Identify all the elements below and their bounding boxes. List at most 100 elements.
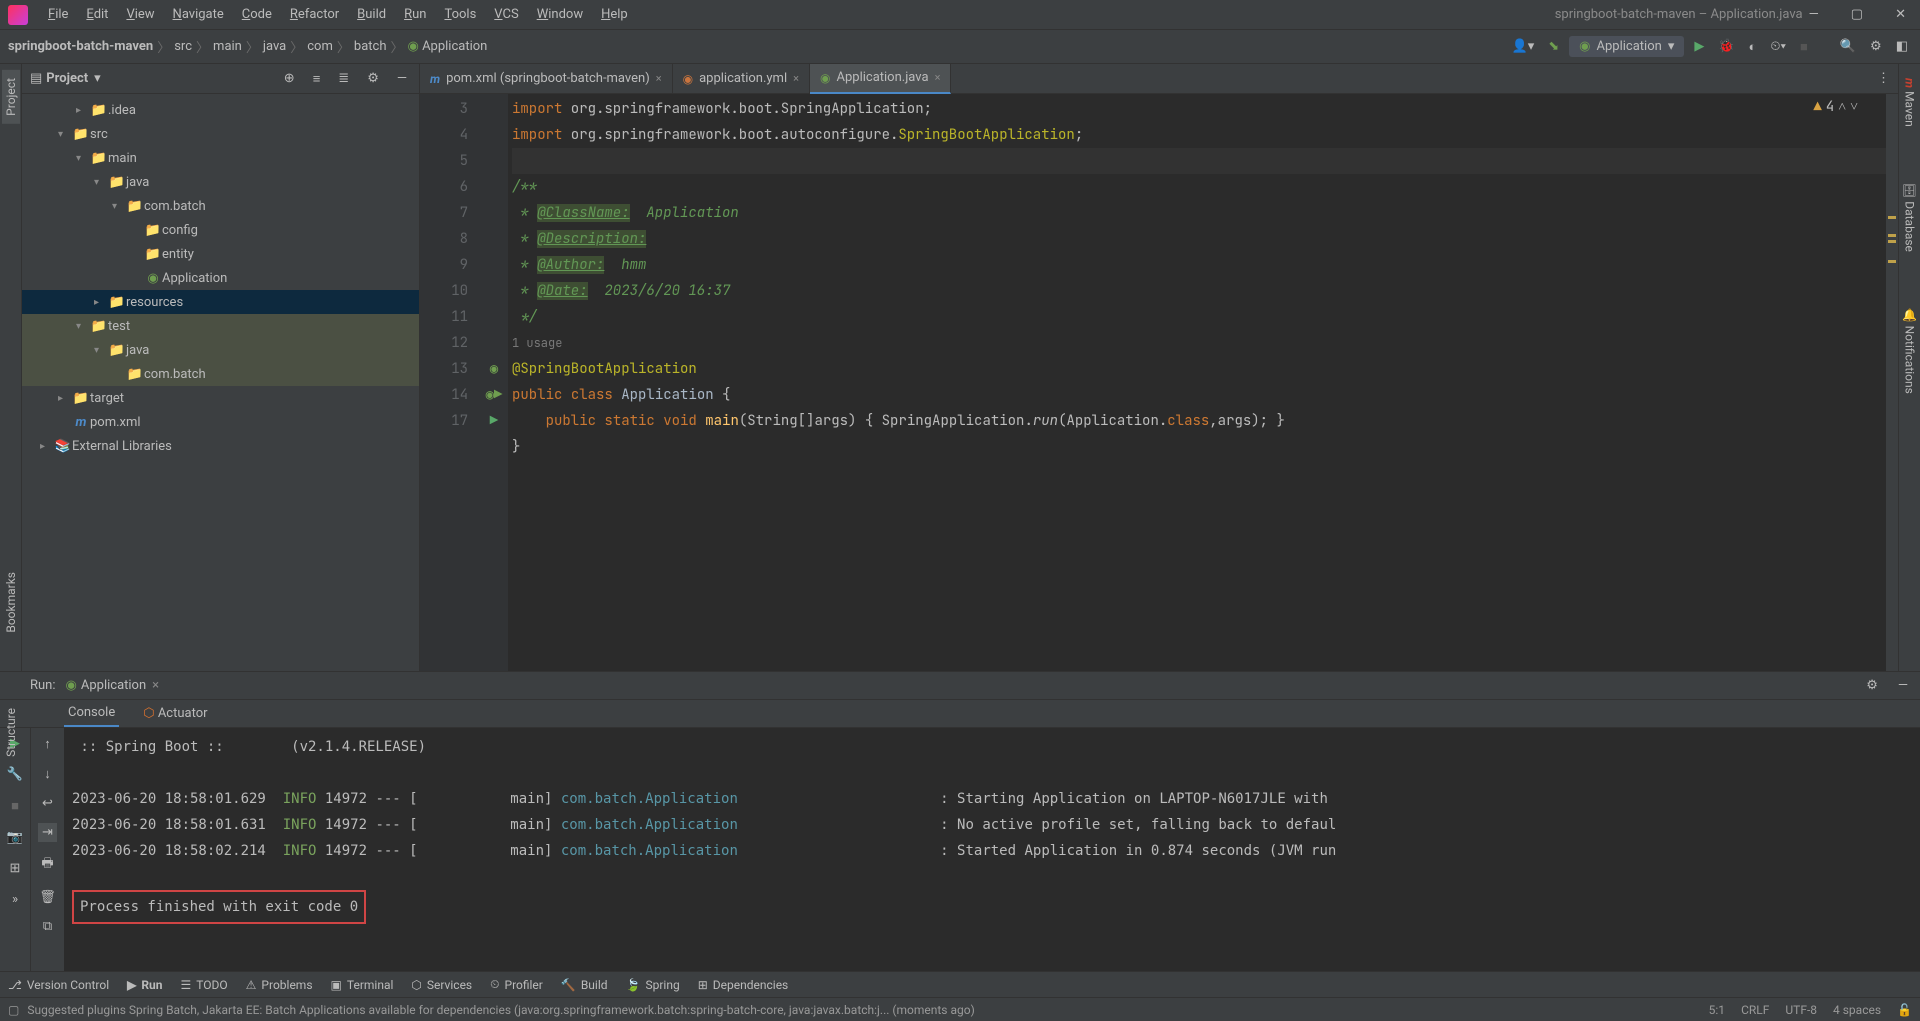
chevron-down-icon[interactable]: ▾	[94, 71, 101, 86]
menu-window[interactable]: Window	[529, 3, 591, 26]
run-config-select[interactable]: ◉ Application ▾	[1569, 36, 1684, 57]
side-tab-maven[interactable]: m Maven	[1901, 70, 1919, 135]
layout-icon[interactable]: ⊞	[6, 859, 25, 878]
tree-item[interactable]: ▾📁java	[22, 170, 419, 194]
camera-icon[interactable]: 📷	[3, 828, 27, 847]
breadcrumb-item[interactable]: java	[263, 39, 286, 54]
print-icon[interactable]: 🖶	[37, 852, 57, 878]
tree-item[interactable]: ▸📁.idea	[22, 98, 419, 122]
editor-tab-menu[interactable]: ⋮	[1877, 71, 1898, 86]
project-tree[interactable]: ▸📁.idea▾📁src▾📁main▾📁java▾📁com.batch📁conf…	[22, 94, 419, 671]
side-tab-project[interactable]: Project	[2, 70, 20, 124]
bottom-tab-version-control[interactable]: ⎇Version Control	[8, 978, 109, 992]
hide-icon[interactable]: —	[1894, 676, 1912, 695]
side-tab-database[interactable]: 🗄 Database	[1901, 175, 1919, 260]
bottom-tab-services[interactable]: ⬡Services	[411, 978, 472, 992]
run-button[interactable]: ▶	[1690, 37, 1708, 56]
tree-item[interactable]: 📁config	[22, 218, 419, 242]
code-content[interactable]: import org.springframework.boot.SpringAp…	[508, 94, 1898, 671]
maximize-button[interactable]: ▢	[1845, 3, 1869, 26]
readonly-icon[interactable]: 🔓	[1897, 1003, 1912, 1017]
tree-item[interactable]: ▸📚External Libraries	[22, 434, 419, 458]
tool-window-icon[interactable]: ▢	[8, 1003, 19, 1017]
settings-icon[interactable]: ⚙	[363, 69, 383, 89]
debug-button[interactable]: 🐞	[1714, 37, 1738, 56]
bottom-tab-dependencies[interactable]: ⊞Dependencies	[698, 978, 789, 992]
encoding[interactable]: UTF-8	[1785, 1003, 1817, 1017]
breadcrumb-item[interactable]: main	[213, 39, 242, 54]
tree-item[interactable]: ▾📁com.batch	[22, 194, 419, 218]
locate-icon[interactable]: ⊕	[280, 69, 299, 89]
chevron-down-icon[interactable]: ˅	[1850, 98, 1858, 116]
close-icon[interactable]: ×	[656, 72, 662, 85]
minimize-button[interactable]: —	[1803, 3, 1825, 26]
breadcrumb-item[interactable]: springboot-batch-maven	[8, 39, 153, 54]
bottom-tab-profiler[interactable]: ⏲Profiler	[490, 977, 543, 992]
wrench-icon[interactable]: 🔧	[3, 765, 27, 784]
gradient-icon[interactable]: ◧	[1892, 37, 1912, 56]
side-tab-structure[interactable]: Structure	[2, 700, 20, 765]
close-icon[interactable]: ×	[935, 71, 941, 84]
bottom-tab-spring[interactable]: 🍃Spring	[626, 978, 680, 992]
editor-tab[interactable]: ◉application.yml×	[673, 64, 810, 94]
close-tab-icon[interactable]: ×	[152, 678, 159, 693]
close-icon[interactable]: ×	[793, 72, 799, 85]
up-icon[interactable]: ↑	[40, 734, 55, 754]
build-hammer-icon[interactable]: ⬊	[1544, 37, 1563, 56]
bottom-tab-terminal[interactable]: ▣Terminal	[331, 978, 394, 992]
profile-button[interactable]: ⏲▾	[1766, 37, 1790, 56]
tree-item[interactable]: ▾📁test	[22, 314, 419, 338]
bottom-tab-problems[interactable]: ⚠Problems	[246, 978, 313, 992]
breadcrumb-item[interactable]: src	[174, 39, 192, 54]
breadcrumb-item[interactable]: ◉ Application	[408, 39, 488, 54]
console-tab[interactable]: Console	[64, 700, 119, 727]
error-stripe[interactable]	[1886, 94, 1898, 671]
side-tab-bookmarks[interactable]: Bookmarks	[2, 564, 20, 641]
trash-icon[interactable]: 🗑	[35, 888, 60, 907]
tree-item[interactable]: ▾📁java	[22, 338, 419, 362]
settings-icon[interactable]: ⚙	[1866, 37, 1886, 56]
bottom-tab-run[interactable]: ▶Run	[127, 978, 162, 992]
caret-position[interactable]: 5:1	[1709, 1003, 1725, 1017]
menu-code[interactable]: Code	[234, 3, 280, 26]
tree-item[interactable]: ▸📁target	[22, 386, 419, 410]
breadcrumb-item[interactable]: com	[307, 39, 333, 54]
tree-item[interactable]: ▾📁main	[22, 146, 419, 170]
bottom-tab-build[interactable]: 🔨Build	[561, 978, 608, 992]
bottom-tab-todo[interactable]: ☰TODO	[181, 978, 228, 992]
gutter-icons[interactable]: ◉◉▶▶	[480, 94, 508, 671]
coverage-button[interactable]: ◐	[1745, 37, 1761, 57]
search-icon[interactable]: 🔍	[1836, 37, 1860, 56]
menu-run[interactable]: Run	[396, 3, 434, 26]
user-icon[interactable]: 👤▾	[1508, 37, 1539, 56]
collapse-icon[interactable]: ≣	[334, 69, 353, 89]
menu-refactor[interactable]: Refactor	[282, 3, 347, 26]
editor-tab[interactable]: ◉Application.java×	[810, 64, 951, 94]
console-output[interactable]: :: Spring Boot :: (v2.1.4.RELEASE) 2023-…	[64, 728, 1920, 971]
more-icon[interactable]: »	[8, 890, 22, 909]
chevron-up-icon[interactable]: ˄	[1838, 98, 1846, 116]
menu-edit[interactable]: Edit	[78, 3, 116, 26]
tree-item[interactable]: 📁com.batch	[22, 362, 419, 386]
tree-item[interactable]: ◉Application	[22, 266, 419, 290]
expand-icon[interactable]: ≡	[309, 69, 325, 89]
tree-item[interactable]: ▾📁src	[22, 122, 419, 146]
inspection-badge[interactable]: ▲ 4 ˄ ˅	[1813, 98, 1858, 116]
hide-icon[interactable]: —	[393, 69, 411, 89]
stop-button[interactable]: ■	[1796, 37, 1812, 57]
down-icon[interactable]: ↓	[40, 764, 55, 784]
menu-build[interactable]: Build	[349, 3, 394, 26]
scroll-icon[interactable]: ⇥	[38, 823, 57, 842]
wrap-icon[interactable]: ↩	[38, 794, 57, 813]
menu-file[interactable]: File	[40, 3, 76, 26]
compare-icon[interactable]: ⧉	[39, 917, 56, 936]
menu-navigate[interactable]: Navigate	[165, 3, 232, 26]
tree-item[interactable]: 📁entity	[22, 242, 419, 266]
gear-icon[interactable]: ⚙	[1862, 676, 1882, 695]
menu-view[interactable]: View	[118, 3, 162, 26]
side-tab-notifications[interactable]: 🔔 Notifications	[1901, 300, 1919, 402]
actuator-tab[interactable]: ⬡ Actuator	[139, 701, 211, 726]
menu-help[interactable]: Help	[593, 3, 636, 26]
stop-icon[interactable]: ■	[7, 796, 23, 816]
menu-tools[interactable]: Tools	[436, 3, 484, 26]
